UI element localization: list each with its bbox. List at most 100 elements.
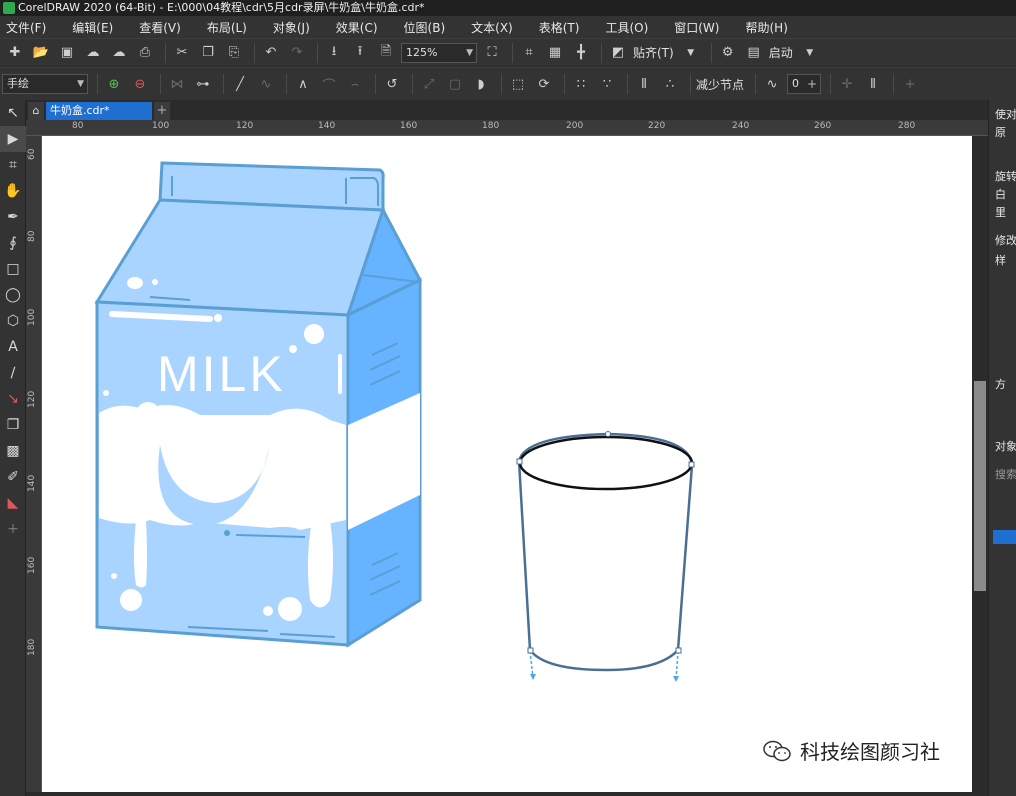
reverse-direction-icon[interactable]: ↺ [381,73,403,95]
menu-edit[interactable]: 编辑(E) [72,19,113,36]
crop-tool-icon[interactable]: ⌗ [0,152,26,178]
arrow-handle-icon[interactable] [530,674,536,680]
full-screen-icon[interactable]: ⛶ [481,42,503,64]
copy-icon[interactable]: ❐ [197,42,219,64]
cup-shape[interactable] [516,431,695,683]
symmetric-node-icon[interactable]: ⌢ [344,73,366,95]
menu-window[interactable]: 窗口(W) [674,19,719,36]
chevron-down-icon[interactable]: ▼ [680,42,702,64]
scrollbar-thumb[interactable] [974,381,986,591]
rulers-icon[interactable]: ⌗ [518,42,540,64]
redo-icon[interactable]: ↷ [286,42,308,64]
undo-icon[interactable]: ↶ [260,42,282,64]
rectangle-tool-icon[interactable]: □ [0,256,26,282]
mirror-nodes-icon[interactable]: ∵ [596,73,618,95]
cut-icon[interactable]: ✂ [171,42,193,64]
freehand-mode-select[interactable]: 手绘 ▼ [2,74,88,94]
node-handle[interactable] [688,461,695,468]
menu-view[interactable]: 查看(V) [139,19,181,36]
join-nodes-icon[interactable]: ⋈ [166,73,188,95]
milk-carton[interactable]: MILK [94,161,423,648]
drop-shadow-icon[interactable]: ❐ [0,412,26,438]
connector-tool-icon[interactable]: ∕ [0,360,26,386]
new-document-icon[interactable]: ✚ [4,42,26,64]
print-icon[interactable]: ⎙ [134,42,156,64]
arrow-handle-icon[interactable] [673,676,679,682]
paste-icon[interactable]: ⎘ [223,42,245,64]
tab-document[interactable]: 牛奶盒.cdr* [46,102,152,120]
menu-text[interactable]: 文本(X) [471,19,513,36]
pan-tool-icon[interactable]: ✋ [0,178,26,204]
pick-tool-icon[interactable]: ↖ [0,100,26,126]
snap-to-menu[interactable]: 贴齐(T) [633,44,674,61]
drawing-canvas[interactable]: MILK [42,136,972,792]
guidelines-icon[interactable]: ╋ [570,42,592,64]
delete-node-icon[interactable]: ⊖ [129,73,151,95]
options-gear-icon[interactable]: ⚙ [717,42,739,64]
node-handle[interactable] [675,647,682,654]
snap-icon[interactable]: ◩ [607,42,629,64]
polygon-tool-icon[interactable]: ⬡ [0,308,26,334]
selected-object-row[interactable] [993,530,1016,544]
menu-help[interactable]: 帮助(H) [745,19,787,36]
save-icon[interactable]: ▣ [56,42,78,64]
cloud-download-icon[interactable]: ☁ [82,42,104,64]
zoom-level-select[interactable]: 125% ▼ [401,42,477,63]
home-icon[interactable]: ⌂ [28,102,44,120]
select-node-icon[interactable]: ✛ [836,73,858,95]
menu-layout[interactable]: 布局(L) [207,19,247,36]
launch-menu[interactable]: 启动 [769,44,793,61]
curve-smoothness-input[interactable]: 0 + [787,74,822,94]
elastic-mode-icon[interactable]: ⦀ [633,73,655,95]
reduce-nodes-button[interactable]: 减少节点 [696,76,744,93]
cloud-upload-icon[interactable]: ☁ [108,42,130,64]
node-handle[interactable] [605,431,611,437]
fill-tool-icon[interactable]: ◣ [0,490,26,516]
ellipse-tool-icon[interactable]: ◯ [0,282,26,308]
menu-effects[interactable]: 效果(C) [336,19,378,36]
add-tool-icon[interactable]: + [0,516,26,542]
import-icon[interactable]: ⭳ [323,42,345,64]
break-curve-icon[interactable]: ⊶ [192,73,214,95]
objects-search-input[interactable]: 搜索 [995,466,1016,482]
close-curve-icon[interactable]: ◗ [470,73,492,95]
grid-icon[interactable]: ▦ [544,42,566,64]
rotate-nodes-icon[interactable]: ⟳ [533,73,555,95]
horizontal-scrollbar[interactable] [42,792,972,796]
menu-bitmaps[interactable]: 位图(B) [404,19,446,36]
launch-app-icon[interactable]: ▤ [743,42,765,64]
shape-tool-icon[interactable]: ▶ [0,126,26,152]
text-tool-icon[interactable]: A [0,334,26,360]
menu-tools[interactable]: 工具(O) [605,19,648,36]
add-node-icon[interactable]: ⊕ [103,73,125,95]
menu-table[interactable]: 表格(T) [539,19,580,36]
select-all-nodes-icon[interactable]: ∴ [659,73,681,95]
menu-object[interactable]: 对象(J) [273,19,310,36]
node-handle[interactable] [516,458,523,465]
horizontal-ruler[interactable]: 80 100 120 140 160 180 200 220 240 260 2… [26,120,988,136]
stretch-nodes-icon[interactable]: ⬚ [507,73,529,95]
add-property-icon[interactable]: + [899,73,921,95]
vertical-scrollbar[interactable] [972,136,988,792]
align-nodes-icon[interactable]: ∷ [570,73,592,95]
artistic-media-icon[interactable]: ∮ [0,230,26,256]
export-icon[interactable]: ⭱ [349,42,371,64]
publish-pdf-icon[interactable]: 🗎 [375,42,397,64]
open-folder-icon[interactable]: 📂 [30,42,52,64]
transparency-tool-icon[interactable]: ▩ [0,438,26,464]
node-align-icon[interactable]: ⫴ [862,73,884,95]
eyedropper-tool-icon[interactable]: ✐ [0,464,26,490]
blend-tool-icon[interactable]: ↘ [0,386,26,412]
cusp-node-icon[interactable]: ∧ [292,73,314,95]
to-curve-icon[interactable]: ∿ [255,73,277,95]
extract-subpath-icon[interactable]: ▢ [444,73,466,95]
menu-file[interactable]: 文件(F) [6,19,46,36]
new-tab-icon[interactable]: + [154,102,170,120]
freehand-tool-icon[interactable]: ✒ [0,204,26,230]
to-line-icon[interactable]: ╱ [229,73,251,95]
smooth-node-icon[interactable]: ⌒ [318,73,340,95]
chevron-down-icon[interactable]: ▼ [799,42,821,64]
node-handle[interactable] [527,647,534,654]
vertical-ruler[interactable]: 60 80 100 120 140 160 180 [26,136,42,792]
extend-curve-icon[interactable]: ⤢ [418,73,440,95]
